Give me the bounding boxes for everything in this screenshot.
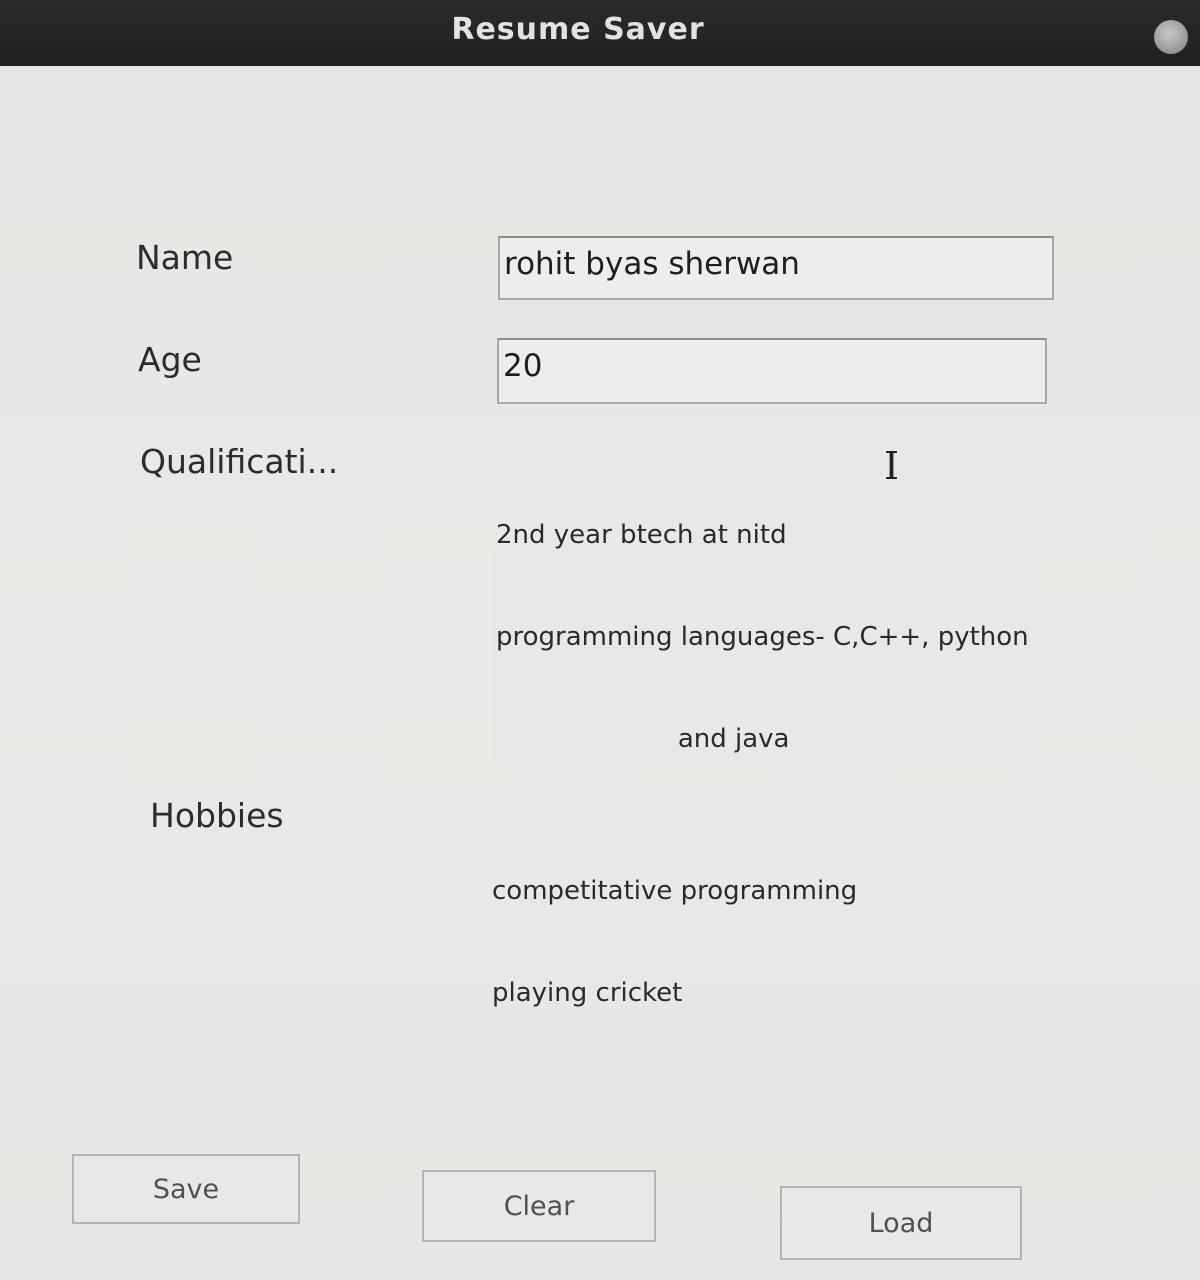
load-button[interactable]: Load [780,1186,1022,1260]
hobbies-line: playing cricket [492,978,683,1008]
text-cursor-icon: I [884,444,900,488]
hobbies-line: competitative programming [492,876,858,906]
hobbies-textarea[interactable]: competitative programming playing cricke… [488,806,1018,1106]
title-bar: Resume Saver [0,0,1200,66]
age-label: Age [138,340,202,379]
clear-button[interactable]: Clear [422,1170,656,1242]
qualification-line: 2nd year btech at nitd [496,520,787,550]
qualification-line: programming languages- C,C++, python [496,622,1029,652]
window-title: Resume Saver [451,12,705,47]
close-icon[interactable] [1154,20,1188,54]
name-label: Name [136,238,234,277]
age-input[interactable]: 20 [497,338,1047,404]
hobbies-label: Hobbies [150,796,284,835]
qualification-line: and java [496,724,790,754]
resume-saver-window: Resume Saver Name rohit byas sherwan Age… [0,0,1200,1280]
name-input[interactable]: rohit byas sherwan [498,236,1054,300]
qualification-label: Qualificati... [140,442,339,481]
qualification-textarea[interactable]: 2nd year btech at nitd programming langu… [492,450,1038,760]
save-button[interactable]: Save [72,1154,300,1224]
